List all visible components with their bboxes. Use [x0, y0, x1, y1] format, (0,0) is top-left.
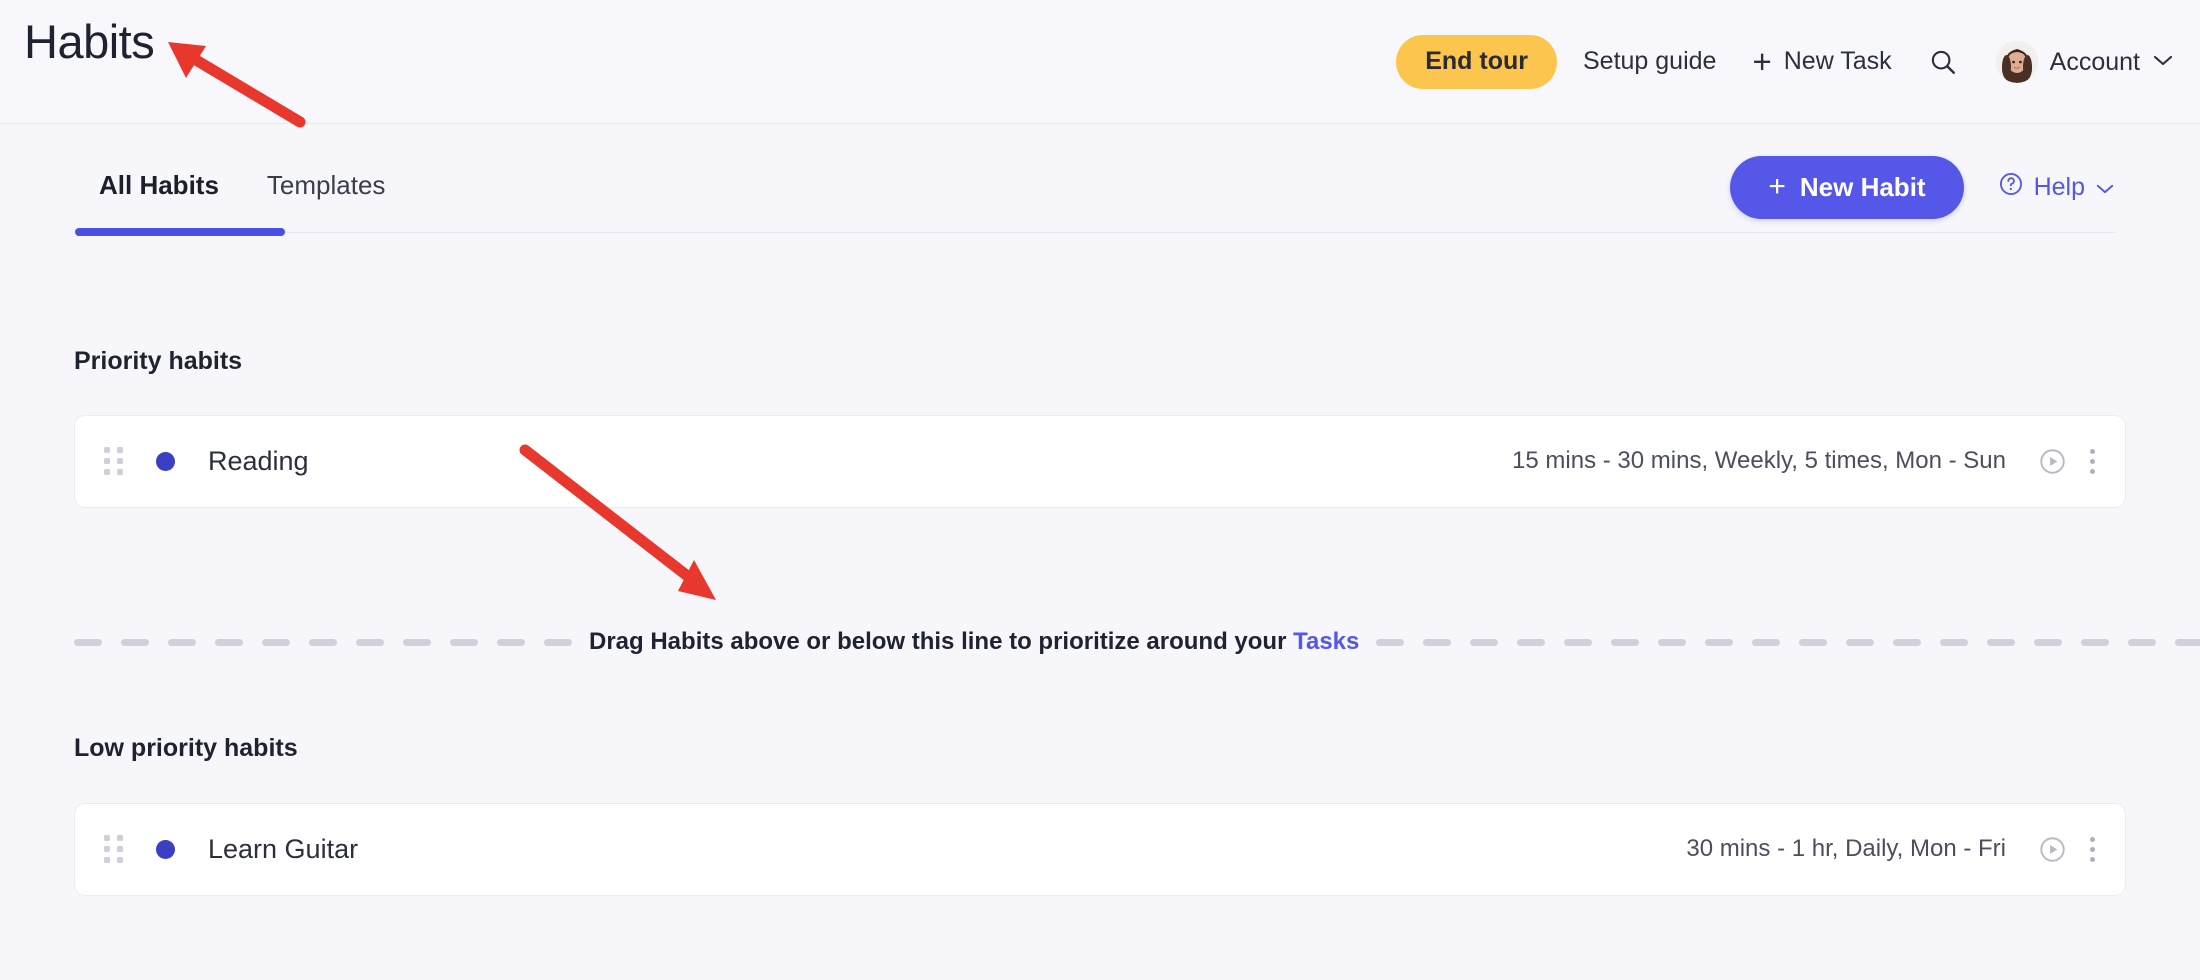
- new-task-button[interactable]: + New Task: [1752, 42, 1892, 80]
- drag-divider-instruction: Drag Habits above or below this line to …: [589, 627, 1287, 655]
- search-icon: [1931, 50, 1955, 74]
- divider-dashes-left: [74, 638, 572, 646]
- help-menu[interactable]: Help: [1998, 171, 2115, 204]
- avatar-photo-icon: [1995, 41, 2038, 83]
- end-tour-button[interactable]: End tour: [1396, 35, 1557, 89]
- habit-options-menu[interactable]: [2090, 449, 2095, 474]
- setup-guide-link[interactable]: Setup guide: [1583, 48, 1716, 76]
- active-tab-indicator: [75, 228, 285, 236]
- habit-row-reading[interactable]: Reading 15 mins - 30 mins, Weekly, 5 tim…: [74, 415, 2126, 508]
- start-habit-button[interactable]: [2038, 835, 2067, 864]
- habit-color-dot: [156, 452, 175, 471]
- tab-templates[interactable]: Templates: [243, 156, 410, 201]
- drag-handle-icon[interactable]: [104, 835, 126, 865]
- tab-list: All Habits Templates: [75, 156, 409, 201]
- habit-color-dot: [156, 840, 175, 859]
- account-menu[interactable]: Account: [1995, 41, 2174, 83]
- tabs-actions: + New Habit Help: [1730, 156, 2115, 219]
- plus-icon: +: [1752, 42, 1772, 80]
- drag-priority-divider: Drag Habits above or below this line to …: [74, 622, 2200, 662]
- habit-name: Learn Guitar: [208, 834, 359, 865]
- chevron-down-icon: [2095, 174, 2115, 202]
- habit-name: Reading: [208, 446, 309, 477]
- section-title-priority: Priority habits: [74, 347, 243, 375]
- habit-schedule-meta: 30 mins - 1 hr, Daily, Mon - Fri: [1686, 835, 2006, 863]
- new-habit-label: New Habit: [1799, 172, 1926, 202]
- drag-divider-text: Drag Habits above or below this line to …: [572, 628, 1376, 657]
- start-habit-button[interactable]: [2038, 447, 2067, 476]
- plus-icon: +: [1768, 170, 1786, 204]
- tabs-divider: [75, 232, 2115, 233]
- new-task-label: New Task: [1783, 47, 1892, 76]
- habit-options-menu[interactable]: [2090, 837, 2095, 862]
- habits-page: Habits End tour Setup guide + New Task A…: [0, 0, 2200, 980]
- habit-schedule-meta: 15 mins - 30 mins, Weekly, 5 times, Mon …: [1512, 447, 2006, 475]
- divider-dashes-right: [1376, 638, 2200, 646]
- account-label: Account: [2049, 47, 2140, 76]
- new-habit-button[interactable]: + New Habit: [1730, 156, 1964, 219]
- chevron-down-icon: [2152, 53, 2174, 72]
- header-actions: End tour Setup guide + New Task Account: [1396, 0, 2174, 124]
- section-title-low-priority: Low priority habits: [74, 734, 298, 762]
- question-circle-icon: [1998, 171, 2024, 204]
- play-circle-icon: [2040, 449, 2065, 474]
- play-circle-icon: [2040, 837, 2065, 862]
- avatar: [1995, 41, 2038, 83]
- drag-handle-icon[interactable]: [104, 447, 126, 477]
- page-title: Habits: [24, 15, 155, 68]
- tabs-row: All Habits Templates + New Habit Help: [0, 124, 2200, 284]
- help-label: Help: [2033, 172, 2085, 201]
- tasks-link[interactable]: Tasks: [1293, 628, 1359, 655]
- search-button[interactable]: [1928, 47, 1958, 77]
- top-header-bar: Habits End tour Setup guide + New Task A…: [0, 0, 2200, 124]
- habit-row-learn-guitar[interactable]: Learn Guitar 30 mins - 1 hr, Daily, Mon …: [74, 803, 2126, 896]
- tab-all-habits[interactable]: All Habits: [75, 156, 243, 201]
